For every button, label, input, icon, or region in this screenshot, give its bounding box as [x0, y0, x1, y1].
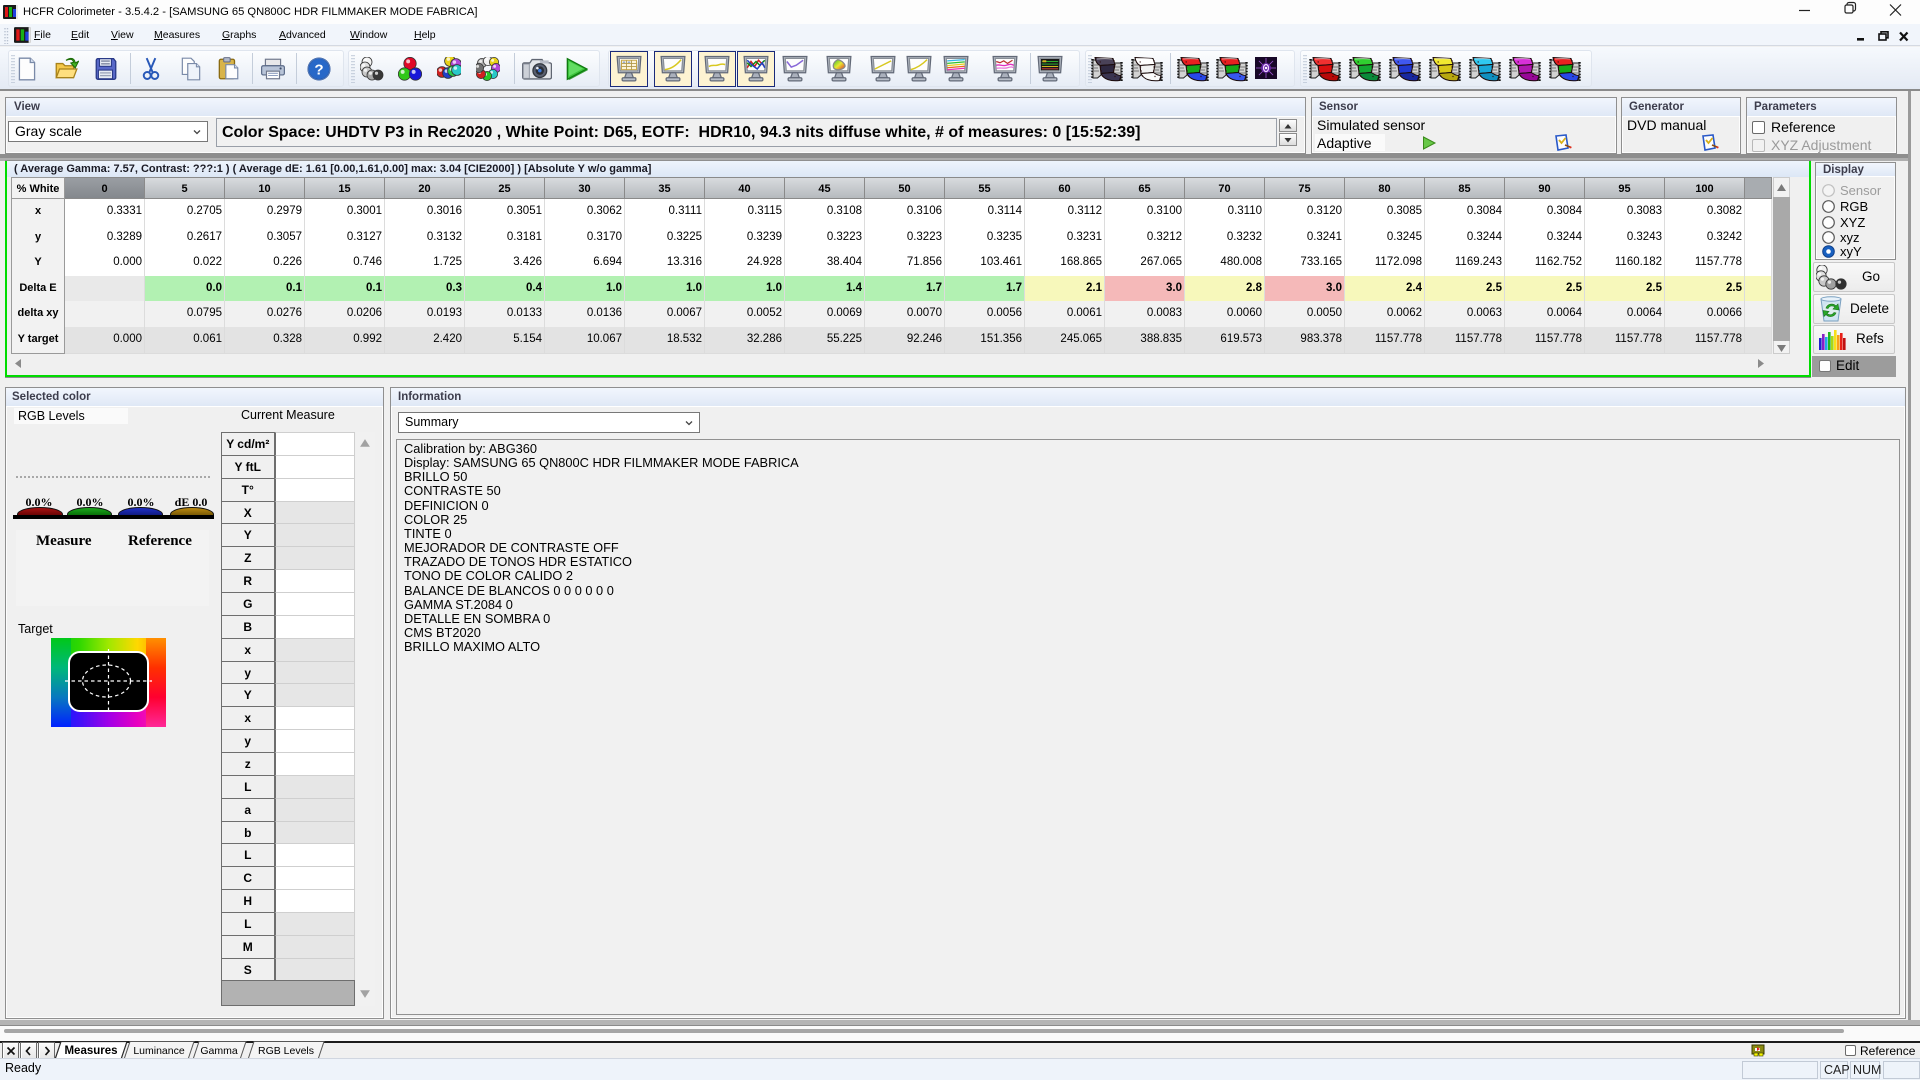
svg-text:Gamma: Gamma — [200, 1045, 238, 1057]
svg-text:Measures: Measures — [64, 1045, 117, 1057]
svg-text:?: ? — [314, 61, 323, 78]
svg-text:RGB Levels: RGB Levels — [258, 1045, 314, 1057]
svg-text:Luminance: Luminance — [133, 1045, 185, 1057]
